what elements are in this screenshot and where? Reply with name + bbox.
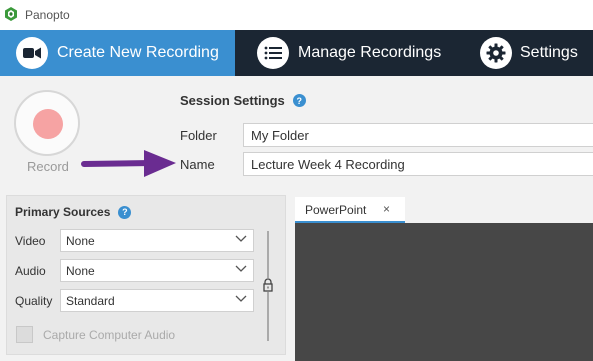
- primary-sources-heading: Primary Sources ?: [15, 205, 132, 219]
- folder-label: Folder: [180, 128, 217, 143]
- name-field[interactable]: Lecture Week 4 Recording: [243, 152, 593, 176]
- chevron-down-icon: [235, 295, 247, 302]
- main-nav: Create New Recording Manage Recordings S…: [0, 30, 593, 76]
- video-camera-icon: [16, 37, 48, 69]
- video-select-value: None: [66, 234, 95, 248]
- session-settings-title: Session Settings: [180, 93, 285, 108]
- list-icon: [257, 37, 289, 69]
- app-title: Panopto: [25, 8, 70, 22]
- record-dot-icon: [33, 109, 63, 139]
- help-icon[interactable]: ?: [118, 205, 132, 219]
- preview-area: [295, 223, 593, 361]
- record-label: Record: [27, 159, 69, 174]
- tab-settings[interactable]: Settings: [460, 30, 593, 76]
- title-bar: Panopto: [0, 0, 593, 30]
- audio-select[interactable]: None: [60, 259, 254, 282]
- quality-select-value: Standard: [66, 294, 115, 308]
- tab-label: Manage Recordings: [298, 44, 442, 61]
- preview-tab-bar: PowerPoint ×: [295, 197, 593, 223]
- video-label: Video: [15, 234, 46, 248]
- tab-create-new-recording[interactable]: Create New Recording: [0, 30, 235, 76]
- primary-sources-title: Primary Sources: [15, 205, 111, 219]
- record-button[interactable]: [14, 90, 80, 156]
- help-icon[interactable]: ?: [292, 94, 306, 107]
- lock-icon[interactable]: [262, 278, 274, 292]
- annotation-arrow: [81, 150, 176, 177]
- name-label: Name: [180, 157, 215, 172]
- chevron-down-icon: [235, 235, 247, 242]
- audio-label: Audio: [15, 264, 46, 278]
- capture-computer-audio[interactable]: Capture Computer Audio: [16, 326, 175, 343]
- tab-powerpoint-label: PowerPoint: [305, 203, 367, 217]
- capture-audio-label: Capture Computer Audio: [43, 327, 176, 342]
- capture-audio-checkbox[interactable]: [16, 326, 33, 343]
- folder-field[interactable]: My Folder: [243, 123, 593, 147]
- chevron-down-icon: [235, 265, 247, 272]
- gear-icon: [480, 37, 512, 69]
- panopto-logo-icon: [5, 7, 17, 21]
- tab-label: Settings: [520, 44, 578, 61]
- quality-label: Quality: [15, 294, 53, 308]
- close-icon[interactable]: ×: [383, 202, 390, 216]
- primary-sources-panel: Primary Sources ? Video None Audio None …: [6, 195, 286, 355]
- tab-label: Create New Recording: [57, 44, 219, 61]
- session-settings-heading: Session Settings ?: [180, 93, 306, 108]
- audio-select-value: None: [66, 264, 95, 278]
- video-select[interactable]: None: [60, 229, 254, 252]
- tab-manage-recordings[interactable]: Manage Recordings: [235, 30, 460, 76]
- quality-select[interactable]: Standard: [60, 289, 254, 312]
